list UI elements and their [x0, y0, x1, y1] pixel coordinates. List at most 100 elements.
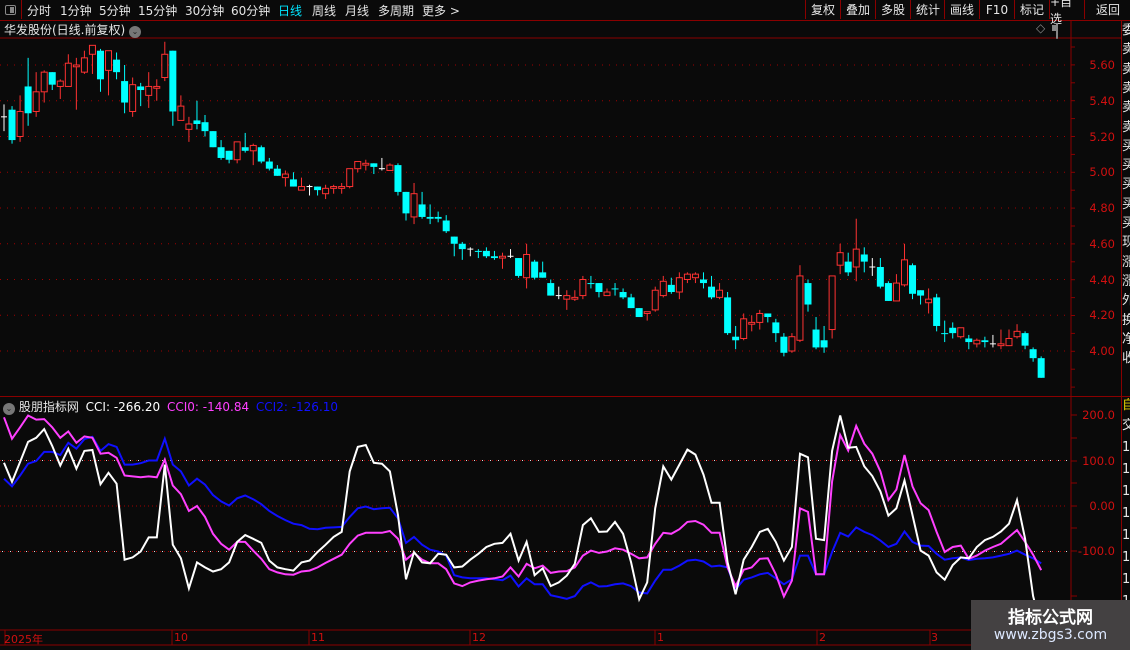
gridlines [0, 64, 1068, 552]
candle-body [780, 336, 788, 353]
side-panel-label: 收 [1122, 351, 1130, 367]
candle [129, 77, 137, 117]
candle-body [233, 141, 241, 161]
candle [579, 275, 587, 300]
date-label: 2 [819, 631, 826, 644]
candle-body [281, 173, 289, 179]
candle-body [627, 297, 635, 309]
candle [498, 252, 506, 269]
candle-body [16, 110, 24, 137]
candle [1013, 324, 1021, 339]
series-cci-line [3, 415, 1043, 628]
candle [1005, 329, 1013, 347]
candle [611, 283, 619, 296]
candle [137, 82, 145, 107]
candle-body [177, 105, 185, 121]
candle [40, 70, 48, 103]
candle [892, 274, 900, 302]
candle [772, 318, 780, 343]
candle-body [981, 340, 989, 343]
candle [394, 163, 402, 196]
candle [346, 168, 354, 189]
candle [185, 116, 193, 142]
candle [105, 50, 113, 96]
candle [900, 243, 908, 287]
candle [1021, 331, 1029, 350]
candle-body [217, 147, 225, 158]
candle [563, 290, 571, 310]
indicator-header: ⌄ 股朋指标网 CCI: -266.20 CCI0: -140.84 CCI2:… [3, 398, 338, 415]
candle [812, 317, 820, 350]
indicator-axis-label: 100.0 [1082, 454, 1115, 468]
candle-body [884, 283, 892, 301]
candle-body [297, 186, 305, 191]
diamond-icon[interactable]: ◇ [1036, 21, 1045, 35]
date-label: 1 [657, 631, 664, 644]
candle [16, 95, 24, 142]
candle-body [370, 163, 378, 167]
candle-body [24, 86, 32, 114]
candle [756, 309, 764, 330]
chevron-down-icon[interactable]: ⌄ [129, 26, 142, 38]
candle-body [732, 336, 740, 341]
candle [820, 325, 828, 353]
candle-body [651, 289, 659, 311]
candle-body [1021, 333, 1029, 346]
chevron-down-icon[interactable]: ⌄ [3, 403, 15, 415]
side-panel-label: 卖 [1122, 61, 1130, 77]
candle [724, 292, 732, 335]
candle [667, 277, 675, 294]
candle-body [241, 147, 249, 151]
candle-body [8, 109, 16, 141]
indicator-axis-label: -100.0 [1077, 544, 1115, 558]
candle-body [32, 91, 40, 112]
candle [587, 275, 595, 289]
candle-body [667, 284, 675, 293]
candle-body [161, 53, 169, 79]
candle [732, 325, 740, 350]
date-label: 3 [931, 631, 938, 644]
candle-body [997, 343, 1005, 347]
candle [973, 338, 981, 348]
candle [691, 272, 699, 284]
candle-body [322, 187, 330, 195]
side-panel-label: 净 [1122, 331, 1130, 347]
candle-body [426, 216, 434, 219]
side-panel-label: 1 [1122, 484, 1130, 499]
price-axis-label: 5.20 [1089, 129, 1115, 144]
candle [603, 288, 611, 297]
panel-toggle-icon[interactable] [1056, 23, 1058, 39]
candle [764, 313, 772, 323]
date-label: 11 [311, 631, 325, 644]
side-panel-label: 1 [1122, 528, 1130, 543]
candle [828, 275, 836, 339]
side-panel-label: 卖 [1122, 119, 1130, 135]
candle [72, 57, 80, 110]
date-label: 2025年 [4, 633, 43, 646]
candle [474, 249, 482, 259]
candle [442, 215, 450, 234]
candle [869, 258, 876, 276]
candle [386, 163, 394, 171]
candle [539, 261, 547, 278]
candle [981, 336, 989, 348]
candle [338, 182, 346, 194]
candle-body [949, 327, 957, 334]
candle [699, 272, 707, 289]
candle-body [748, 321, 756, 325]
candle [467, 247, 474, 257]
candle [48, 72, 56, 91]
side-panel-label: 卖 [1122, 100, 1130, 116]
candle [121, 65, 129, 114]
candle [780, 333, 788, 357]
candle-body [96, 50, 104, 80]
watermark-url: www.zbgs3.com [993, 627, 1108, 643]
chart-canvas[interactable] [0, 0, 1130, 650]
candle [257, 145, 265, 164]
candle-body [796, 275, 804, 341]
candle [297, 177, 305, 191]
candle [426, 204, 434, 225]
candle-body [129, 84, 137, 112]
candle-body [844, 261, 852, 273]
candle [80, 50, 88, 74]
